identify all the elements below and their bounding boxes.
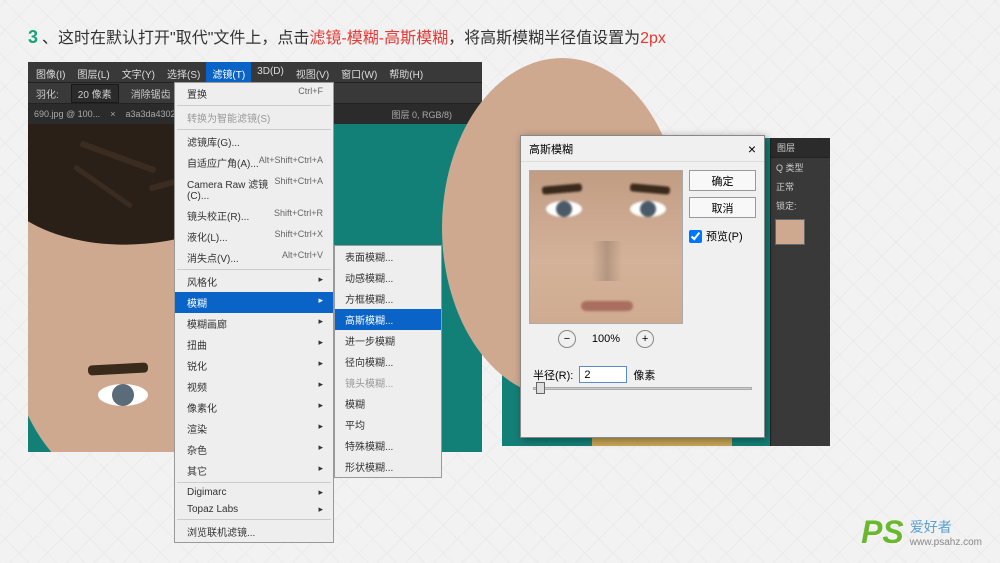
menu-layer[interactable]: 图层(L) [71, 62, 115, 82]
tab-info: 图层 0, RGB/8) [391, 108, 452, 121]
layer-thumbnail[interactable] [775, 219, 805, 245]
mi-digimarc[interactable]: Digimarc [175, 484, 333, 501]
feather-value[interactable]: 20 像素 [71, 84, 119, 103]
mi-render[interactable]: 渲染 [175, 418, 333, 439]
radius-unit: 像素 [633, 367, 655, 383]
preview-checkbox[interactable]: 预览(P) [689, 228, 756, 244]
zoom-out-icon[interactable]: − [558, 330, 576, 348]
mi-last-filter[interactable]: 置换Ctrl+F [175, 83, 333, 104]
instruction-text: 3 、 这时在默认打开"取代"文件上，点击 滤镜-模糊-高斯模糊 ，将高斯模糊半… [28, 24, 666, 48]
mi-blur[interactable]: 模糊 [175, 292, 333, 313]
mi-distort[interactable]: 扭曲 [175, 334, 333, 355]
mi-box-blur[interactable]: 方框模糊... [335, 288, 441, 309]
mi-topaz[interactable]: Topaz Labs [175, 501, 333, 518]
mi-lens[interactable]: 镜头校正(R)...Shift+Ctrl+R [175, 205, 333, 226]
preview-check-input[interactable] [689, 230, 702, 243]
layers-kind[interactable]: Q 类型 [771, 158, 830, 177]
tab-1[interactable]: 690.jpg @ 100... [34, 109, 100, 119]
mi-adaptive[interactable]: 自适应广角(A)...Alt+Shift+Ctrl+A [175, 152, 333, 173]
layers-mode[interactable]: 正常 [771, 177, 830, 196]
mi-average[interactable]: 平均 [335, 414, 441, 435]
mi-pixelate[interactable]: 像素化 [175, 397, 333, 418]
mi-blur-basic[interactable]: 模糊 [335, 393, 441, 414]
layers-panel: 图层 Q 类型 正常 锁定: [770, 138, 830, 446]
radius-slider[interactable] [521, 387, 764, 400]
ok-button[interactable]: 确定 [689, 170, 756, 191]
step-number: 3 [28, 27, 38, 48]
zoom-in-icon[interactable]: + [636, 330, 654, 348]
menu-3d[interactable]: 3D(D) [251, 62, 290, 82]
layers-lock: 锁定: [771, 196, 830, 215]
mi-radial-blur[interactable]: 径向模糊... [335, 351, 441, 372]
mi-surface-blur[interactable]: 表面模糊... [335, 246, 441, 267]
mi-shape-blur[interactable]: 形状模糊... [335, 456, 441, 477]
watermark-cn: 爱好者 [910, 517, 982, 537]
cancel-button[interactable]: 取消 [689, 197, 756, 218]
antialias-label: 消除锯齿 [131, 86, 171, 101]
zoom-value: 100% [592, 333, 620, 345]
eye-left [98, 384, 148, 406]
dialog-titlebar: 高斯模糊 × [521, 136, 764, 162]
menu-type[interactable]: 文字(Y) [116, 62, 161, 82]
slider-thumb[interactable] [536, 382, 545, 394]
mi-lens-blur[interactable]: 镜头模糊... [335, 372, 441, 393]
photoshop-left-panel: 图像(I) 图层(L) 文字(Y) 选择(S) 滤镜(T) 3D(D) 视图(V… [28, 62, 482, 452]
menubar: 图像(I) 图层(L) 文字(Y) 选择(S) 滤镜(T) 3D(D) 视图(V… [28, 62, 482, 82]
mi-camera-raw[interactable]: Camera Raw 滤镜(C)...Shift+Ctrl+A [175, 173, 333, 205]
mi-noise[interactable]: 杂色 [175, 439, 333, 460]
mi-motion-blur[interactable]: 动感模糊... [335, 267, 441, 288]
watermark: PS 爱好者 www.psahz.com [861, 514, 982, 551]
watermark-logo: PS [861, 514, 904, 551]
radius-label: 半径(R): [533, 367, 573, 383]
mi-stylize[interactable]: 风格化 [175, 271, 333, 292]
mi-liquify[interactable]: 液化(L)...Shift+Ctrl+X [175, 226, 333, 247]
zoom-controls: − 100% + [529, 330, 683, 348]
mi-blur-gallery[interactable]: 模糊画廊 [175, 313, 333, 334]
mi-vanishing[interactable]: 消失点(V)...Alt+Ctrl+V [175, 247, 333, 268]
mi-gaussian-blur[interactable]: 高斯模糊... [335, 309, 441, 330]
photoshop-right-panel: 高斯模糊 × − 100% + [502, 138, 830, 446]
gaussian-blur-dialog: 高斯模糊 × − 100% + [520, 135, 765, 438]
mi-sharpen[interactable]: 锐化 [175, 355, 333, 376]
watermark-url: www.psahz.com [910, 537, 982, 548]
mi-filter-gallery[interactable]: 滤镜库(G)... [175, 131, 333, 152]
feather-label: 羽化: [36, 86, 59, 101]
preview-box[interactable] [529, 170, 683, 324]
radius-input[interactable] [579, 366, 627, 383]
mi-smart-filter[interactable]: 转换为智能滤镜(S) [175, 107, 333, 128]
mi-browse-online[interactable]: 浏览联机滤镜... [175, 521, 333, 542]
menu-filter[interactable]: 滤镜(T) [206, 62, 251, 82]
mi-video[interactable]: 视频 [175, 376, 333, 397]
menu-window[interactable]: 窗口(W) [335, 62, 383, 82]
menu-select[interactable]: 选择(S) [161, 62, 206, 82]
mi-blur-more[interactable]: 进一步模糊 [335, 330, 441, 351]
menu-help[interactable]: 帮助(H) [383, 62, 429, 82]
mi-smart-blur[interactable]: 特殊模糊... [335, 435, 441, 456]
blur-submenu: 表面模糊... 动感模糊... 方框模糊... 高斯模糊... 进一步模糊 径向… [334, 245, 442, 478]
mi-other[interactable]: 其它 [175, 460, 333, 481]
menu-image[interactable]: 图像(I) [30, 62, 71, 82]
filter-menu: 置换Ctrl+F 转换为智能滤镜(S) 滤镜库(G)... 自适应广角(A)..… [174, 82, 334, 543]
close-icon[interactable]: × [748, 141, 756, 157]
menu-view[interactable]: 视图(V) [290, 62, 335, 82]
radius-row: 半径(R): 像素 [521, 356, 764, 387]
dialog-title: 高斯模糊 [529, 141, 573, 157]
layers-tab[interactable]: 图层 [771, 138, 830, 158]
